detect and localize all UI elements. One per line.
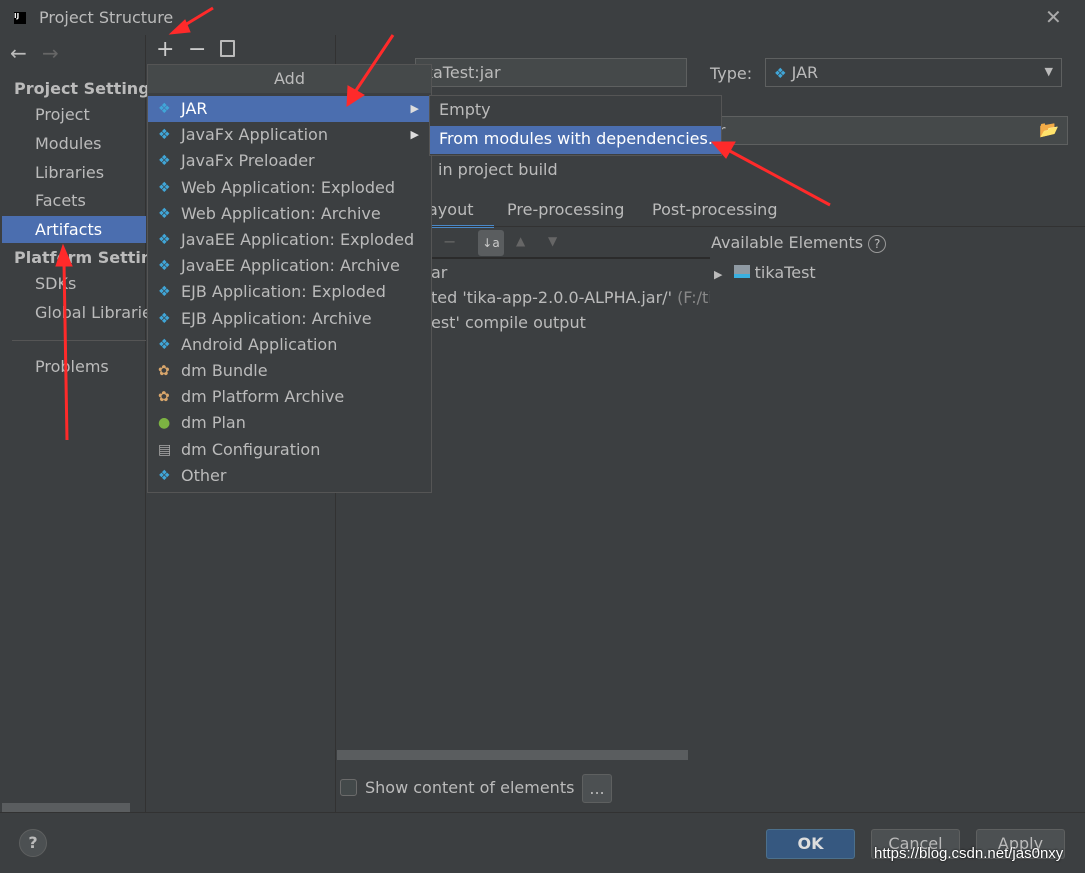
annotation-arrow	[353, 34, 395, 93]
annotation-arrow	[727, 148, 831, 207]
annotation-arrow	[62, 261, 69, 441]
annotation-arrows	[55, 6, 831, 441]
annotation-arrowhead	[710, 141, 736, 159]
annotation-arrowhead	[55, 243, 73, 267]
